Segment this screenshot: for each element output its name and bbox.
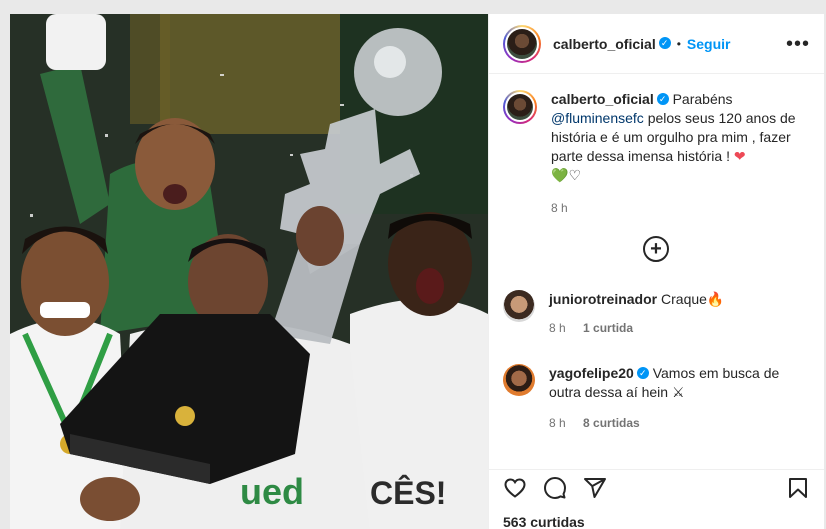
white-heart-icon: ♡ [568, 167, 581, 183]
comment-text: Craque🔥 [661, 291, 725, 307]
caption-avatar [507, 94, 533, 120]
author-username[interactable]: calberto_oficial [553, 36, 656, 52]
green-heart-icon: 💚 [551, 167, 569, 183]
bookmark-icon[interactable] [786, 476, 810, 500]
comment-icon[interactable] [543, 476, 567, 500]
commenter-avatar[interactable] [503, 364, 535, 396]
author-avatar-ring[interactable] [503, 24, 541, 63]
instagram-post: ued CÊS! calberto_oficial ✓ • Seguir •••… [10, 14, 824, 529]
post-header: calberto_oficial ✓ • Seguir ••• [489, 14, 824, 74]
comment-meta: 8 h 1 curtida [549, 319, 724, 338]
caption-mention-link[interactable]: @fluminensefc [551, 110, 644, 126]
post-photo[interactable]: ued CÊS! [10, 14, 488, 529]
comments-section: calberto_oficial ✓ Parabéns @fluminensefc… [489, 74, 824, 469]
jersey-sponsor-text: ued [240, 471, 304, 512]
comment-time: 8 h [549, 416, 566, 430]
caption-meta: 8 h [551, 199, 801, 218]
post-actions-bar [489, 469, 824, 505]
separator-dot: • [676, 36, 681, 51]
caption-body: calberto_oficial ✓ Parabéns @fluminensefc… [551, 90, 801, 218]
share-send-icon[interactable] [583, 476, 607, 500]
verified-badge-icon: ✓ [658, 36, 671, 49]
shirt-banner-text: CÊS! [370, 475, 446, 511]
comment-likes[interactable]: 1 curtida [583, 321, 633, 335]
red-heart-icon: ❤ [733, 148, 746, 164]
comment-time: 8 h [549, 321, 566, 335]
likes-count[interactable]: 563 curtidas [503, 514, 585, 529]
caption-username[interactable]: calberto_oficial [551, 91, 654, 107]
post-side-panel: calberto_oficial ✓ • Seguir ••• calberto… [488, 14, 824, 529]
trophy-celebration-illustration: ued CÊS! [10, 14, 488, 529]
load-more-comments-button[interactable]: + [643, 236, 669, 262]
heart-like-icon[interactable] [503, 476, 527, 500]
more-options-icon[interactable]: ••• [786, 34, 810, 54]
commenter-avatar[interactable] [503, 290, 535, 322]
comment-item: juniorotreinador Craque🔥 8 h 1 curtida [503, 290, 810, 338]
comment-username[interactable]: juniorotreinador [549, 291, 657, 307]
author-avatar [507, 28, 537, 59]
verified-badge-icon: ✓ [656, 93, 669, 106]
comment-meta: 8 h 8 curtidas [549, 414, 799, 433]
verified-badge-icon: ✓ [636, 367, 649, 380]
comment-likes[interactable]: 8 curtidas [583, 416, 640, 430]
comment-item: yagofelipe20 ✓ Vamos em busca de outra de… [503, 364, 810, 433]
caption-text-before: Parabéns [668, 91, 733, 107]
caption-avatar-ring[interactable] [503, 90, 537, 124]
caption-time: 8 h [551, 201, 568, 215]
follow-button[interactable]: Seguir [687, 36, 731, 52]
caption-comment: calberto_oficial ✓ Parabéns @fluminensefc… [503, 90, 810, 218]
comment-username[interactable]: yagofelipe20 [549, 365, 634, 381]
